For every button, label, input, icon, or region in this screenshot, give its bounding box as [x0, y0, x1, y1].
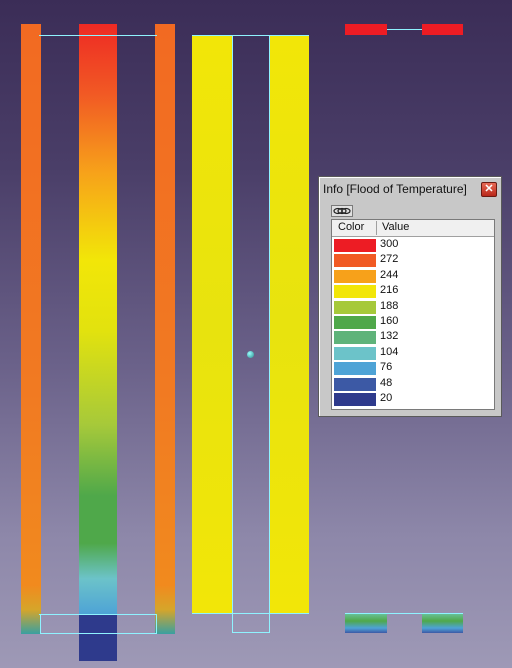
- legend-value: 216: [380, 284, 399, 297]
- right-outer-bar: [155, 24, 175, 634]
- legend-value: 132: [380, 330, 399, 343]
- top-right-link: [387, 29, 422, 30]
- color-swatch: [334, 300, 376, 314]
- left-outer-bar: [21, 24, 41, 634]
- legend-table: Color Value 300 272 244 216 188 160 132 104 76 48…: [331, 219, 495, 410]
- color-swatch: [334, 393, 376, 406]
- color-swatch: [334, 362, 376, 376]
- middle-right-bar: [269, 35, 309, 613]
- top-right-piece-left: [345, 24, 387, 35]
- legend-row: 132: [334, 330, 492, 345]
- middle-bottom-outline: [192, 613, 309, 614]
- color-swatch: [334, 377, 376, 391]
- color-swatch: [334, 316, 376, 329]
- marker-dot: [247, 351, 254, 358]
- legend-row: 188: [334, 300, 492, 314]
- legend-value: 20: [380, 392, 393, 404]
- legend-value: 188: [380, 299, 399, 312]
- legend-row: 20: [334, 392, 492, 406]
- bottom-right-piece-right: [422, 613, 463, 633]
- top-outline: [39, 35, 157, 36]
- legend-value: 160: [380, 315, 399, 327]
- legend-value: 76: [380, 361, 393, 374]
- color-column-header[interactable]: Color: [338, 221, 364, 233]
- color-swatch: [334, 254, 376, 268]
- info-window[interactable]: Info [Flood of Temperature] ✕ Color Valu…: [318, 176, 502, 417]
- legend-value: 48: [380, 376, 393, 389]
- legend-row: 216: [334, 284, 492, 299]
- close-button[interactable]: ✕: [481, 182, 497, 197]
- top-right-piece-right: [422, 24, 463, 35]
- color-swatch: [334, 331, 376, 345]
- legend-value: 300: [380, 238, 399, 250]
- color-swatch: [334, 269, 376, 283]
- central-rod: [79, 24, 117, 614]
- legend-value: 272: [380, 253, 399, 266]
- legend-row: 160: [334, 315, 492, 329]
- value-column-header[interactable]: Value: [382, 221, 409, 233]
- bottom-right-piece-left: [345, 613, 387, 633]
- legend-table-header: Color Value: [332, 220, 494, 237]
- close-icon: ✕: [484, 183, 494, 195]
- middle-left-bar: [192, 35, 232, 613]
- info-window-title: Info [Flood of Temperature]: [323, 182, 467, 196]
- color-swatch: [334, 285, 376, 299]
- middle-gap-outline: [232, 35, 270, 633]
- color-swatch: [334, 346, 376, 360]
- base-outline: [40, 614, 157, 634]
- link-icon[interactable]: [331, 205, 353, 217]
- bottom-right-link: [345, 613, 463, 614]
- legend-row: 76: [334, 361, 492, 376]
- legend-row: 244: [334, 269, 492, 283]
- color-swatch: [334, 239, 376, 252]
- legend-row: 104: [334, 346, 492, 360]
- legend-row: 48: [334, 377, 492, 391]
- legend-row: 272: [334, 253, 492, 268]
- legend-value: 244: [380, 268, 399, 281]
- legend-row: 300: [334, 238, 492, 252]
- legend-value: 104: [380, 345, 399, 358]
